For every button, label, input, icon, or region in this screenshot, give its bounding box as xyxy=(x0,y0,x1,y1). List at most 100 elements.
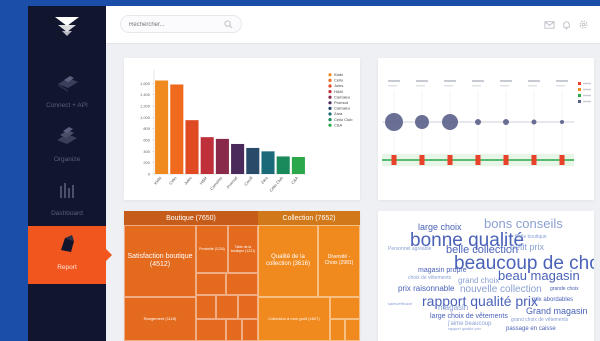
bubble xyxy=(415,115,429,129)
treemap-group-collection: Collection (7652) Qualité de la collecti… xyxy=(258,211,360,341)
mail-icon[interactable] xyxy=(544,19,555,30)
status-marker xyxy=(419,155,425,165)
x-tick-label: C&A xyxy=(290,175,299,185)
wordcloud-word[interactable]: petit prix xyxy=(510,243,544,252)
report-icon xyxy=(61,235,74,252)
x-tick-label: Celio xyxy=(168,175,178,186)
wordcloud-word[interactable]: prix abordables xyxy=(532,297,573,303)
wordcloud-word[interactable]: magasin xyxy=(438,304,468,312)
column-header-placeholder xyxy=(556,80,568,82)
wordcloud-word[interactable]: large choix de vêtements xyxy=(430,313,508,320)
bell-icon[interactable] xyxy=(561,19,572,30)
y-tick-label: 200 xyxy=(143,160,150,165)
bar xyxy=(185,120,199,174)
wordcloud-word[interactable]: bons conseils xyxy=(484,217,563,230)
legend-marker xyxy=(578,100,581,103)
bubble-chart xyxy=(382,80,591,168)
search-input[interactable] xyxy=(129,20,219,30)
treemap-tile[interactable]: Satisfaction boutique (4512) xyxy=(124,225,196,297)
treemap-tile[interactable]: Rangement (1118) xyxy=(124,297,196,341)
bubble-chart-card xyxy=(378,58,594,200)
legend-entry: Kiabi xyxy=(334,72,343,77)
wordcloud-word[interactable]: Personnel agréable xyxy=(388,247,431,252)
treemap-tile[interactable]: Diversité - Choix (2981) xyxy=(318,225,360,297)
wordcloud-word[interactable]: passage en caisse xyxy=(506,326,556,332)
bar xyxy=(155,80,169,174)
bar-chart: 1,6001,4001,2001,0008006004002000Kiabi Ce… xyxy=(140,70,353,193)
treemap-tile[interactable]: Qualité de la collection (3616) xyxy=(258,225,318,297)
y-tick-label: 0 xyxy=(148,172,151,177)
sidebar-item-report[interactable]: Report xyxy=(28,226,112,284)
column-header-placeholder xyxy=(500,85,509,87)
legend-placeholder xyxy=(583,94,591,97)
legend-placeholder xyxy=(583,82,591,85)
x-tick-label: Kiabi xyxy=(153,175,163,185)
sidebar-item-dashboard[interactable]: Dashboard xyxy=(28,172,106,230)
search-icon[interactable] xyxy=(224,20,233,29)
legend-marker xyxy=(328,123,332,127)
y-tick-label: 1,400 xyxy=(140,92,151,97)
sidebar-item-label: Report xyxy=(57,264,77,271)
sidebar-item-connect[interactable]: Connect + API xyxy=(28,64,106,122)
x-tick-label: Celio Club xyxy=(268,175,284,193)
column-header-placeholder xyxy=(416,85,425,87)
bubble xyxy=(560,120,564,124)
treemap-tile[interactable]: Collection à mon goût (1827) xyxy=(258,297,330,341)
treemap-header-boutique: Boutique (7650) xyxy=(124,211,258,225)
column-header-placeholder xyxy=(388,80,400,82)
legend-marker xyxy=(578,88,581,91)
funnel-logo-icon[interactable] xyxy=(52,14,82,38)
legend-marker xyxy=(578,94,581,97)
legend-marker xyxy=(328,84,332,88)
column-header-placeholder xyxy=(388,85,397,87)
column-header-placeholder xyxy=(556,85,565,87)
wordcloud-word[interactable]: beau magasin xyxy=(498,269,580,282)
legend-marker xyxy=(578,82,581,85)
app-window: Connect + API Organize Dashboard Report … xyxy=(28,6,600,341)
treemap-tile[interactable]: Proximité (1234) xyxy=(196,225,228,273)
status-marker xyxy=(447,155,453,165)
x-tick-label: Caroll xyxy=(243,175,254,186)
bar xyxy=(261,151,275,174)
legend-marker xyxy=(328,101,332,105)
column-header-placeholder xyxy=(472,85,481,87)
wordcloud-card: bons conseils large choix bonne qualité Bel… xyxy=(378,211,594,341)
wordcloud-word[interactable]: magasin propre xyxy=(418,267,467,274)
wordcloud-word[interactable]: choix de vêtements xyxy=(408,276,451,281)
bar xyxy=(276,156,290,174)
sidebar-item-organize[interactable]: Organize xyxy=(28,118,106,176)
legend-entry: Celio Club xyxy=(334,117,353,122)
x-tick-label: Camaïeu xyxy=(209,175,223,191)
wordcloud-word[interactable]: rapport qualité prix xyxy=(448,327,481,331)
column-header-placeholder xyxy=(444,80,456,82)
legend-marker xyxy=(328,73,332,77)
bubble xyxy=(385,113,403,131)
wordcloud-word[interactable]: Belle boutique xyxy=(515,235,547,240)
treemap-header-collection: Collection (7652) xyxy=(258,211,360,225)
bubble xyxy=(475,119,481,125)
legend-marker xyxy=(328,106,332,110)
bar xyxy=(291,157,305,174)
layers-icon xyxy=(57,127,77,144)
wordcloud-word[interactable]: grande choix xyxy=(550,287,579,292)
bubble xyxy=(531,119,537,125)
top-bar xyxy=(106,6,600,44)
legend-marker xyxy=(328,112,332,116)
x-tick-label: Zara xyxy=(260,175,270,185)
wordcloud-word[interactable]: prix raisonnable xyxy=(398,285,454,293)
bar xyxy=(200,137,214,174)
legend-marker xyxy=(328,78,332,82)
bar xyxy=(170,84,184,174)
wordcloud-word[interactable]: sales/efficace xyxy=(388,302,412,306)
legend-entry: C&A xyxy=(334,122,343,127)
wordcloud-word[interactable]: grand choix de vêtements xyxy=(511,318,568,323)
y-tick-label: 800 xyxy=(143,126,150,131)
y-tick-label: 1,000 xyxy=(140,115,151,120)
settings-icon[interactable] xyxy=(578,19,589,30)
legend-entry: H&M xyxy=(334,89,343,94)
treemap-tile[interactable]: Taille de la boutique (1221) xyxy=(228,225,258,273)
legend-marker xyxy=(328,90,332,94)
wordcloud-word[interactable]: Grand magasin xyxy=(526,307,588,316)
legend-entry: Celio xyxy=(334,78,344,83)
bar xyxy=(231,143,245,174)
